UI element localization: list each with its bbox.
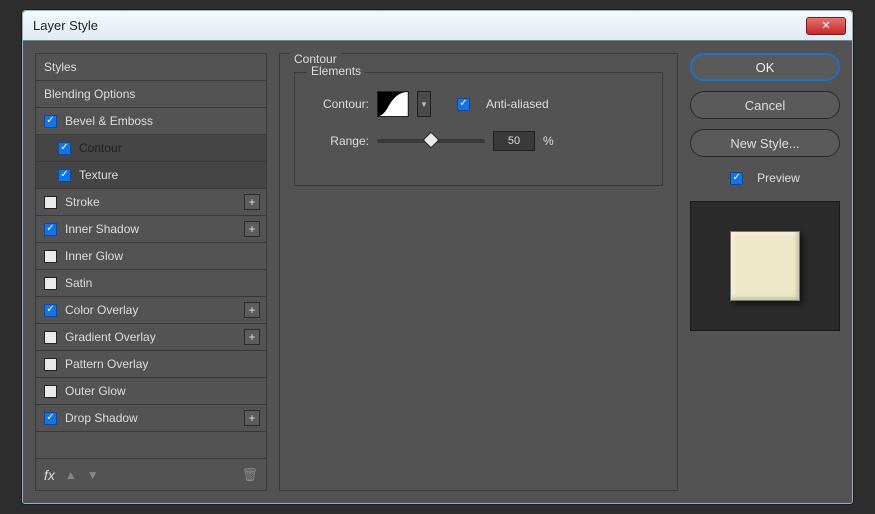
style-checkbox[interactable] (44, 277, 57, 290)
style-label: Inner Glow (65, 249, 123, 263)
style-row-inner-glow[interactable]: Inner Glow (36, 243, 266, 270)
style-row-outer-glow[interactable]: Outer Glow (36, 378, 266, 405)
styles-list: Styles Blending Options Bevel & Emboss Co… (36, 54, 266, 458)
antialiased-label: Anti-aliased (486, 97, 549, 111)
range-slider[interactable] (377, 139, 485, 143)
add-effect-icon[interactable]: + (244, 302, 260, 318)
style-row-inner-shadow[interactable]: Inner Shadow + (36, 216, 266, 243)
style-checkbox[interactable] (44, 331, 57, 344)
style-row-color-overlay[interactable]: Color Overlay + (36, 297, 266, 324)
range-input[interactable]: 50 (493, 131, 535, 151)
layer-style-dialog: Layer Style ✕ Styles Blending Options Be… (22, 10, 853, 504)
style-checkbox[interactable] (58, 142, 71, 155)
preview-checkbox[interactable] (730, 172, 743, 185)
move-down-icon[interactable]: ▼ (87, 468, 99, 482)
style-label: Contour (79, 141, 122, 155)
action-buttons: OK Cancel New Style... Preview (690, 53, 840, 491)
add-effect-icon[interactable]: + (244, 329, 260, 345)
style-checkbox[interactable] (44, 304, 57, 317)
trash-icon[interactable]: 🗑 (241, 467, 258, 483)
contour-curve-picker[interactable] (377, 91, 409, 117)
style-label: Pattern Overlay (65, 357, 148, 371)
add-effect-icon[interactable]: + (244, 221, 260, 237)
style-checkbox[interactable] (44, 115, 57, 128)
add-effect-icon[interactable]: + (244, 410, 260, 426)
style-row-pattern-overlay[interactable]: Pattern Overlay (36, 351, 266, 378)
style-checkbox[interactable] (44, 358, 57, 371)
style-row-stroke[interactable]: Stroke + (36, 189, 266, 216)
style-checkbox[interactable] (58, 169, 71, 182)
style-label: Stroke (65, 195, 100, 209)
dialog-content: Styles Blending Options Bevel & Emboss Co… (23, 41, 852, 503)
settings-panel: Contour Elements Contour: ▼ Anti-aliased… (279, 53, 678, 491)
add-effect-icon[interactable]: + (244, 194, 260, 210)
move-up-icon[interactable]: ▲ (65, 468, 77, 482)
style-row-drop-shadow[interactable]: Drop Shadow + (36, 405, 266, 432)
antialiased-checkbox[interactable] (457, 98, 470, 111)
style-label: Outer Glow (65, 384, 126, 398)
close-button[interactable]: ✕ (806, 17, 846, 35)
range-slider-thumb[interactable] (423, 132, 440, 149)
preview-label: Preview (757, 171, 800, 185)
style-label: Color Overlay (65, 303, 138, 317)
style-row-bevel-emboss[interactable]: Bevel & Emboss (36, 108, 266, 135)
styles-sidebar: Styles Blending Options Bevel & Emboss Co… (35, 53, 267, 491)
preview-box (690, 201, 840, 331)
contour-dropdown-icon[interactable]: ▼ (417, 91, 431, 117)
style-checkbox[interactable] (44, 385, 57, 398)
style-label: Satin (65, 276, 92, 290)
style-checkbox[interactable] (44, 250, 57, 263)
new-style-button[interactable]: New Style... (690, 129, 840, 157)
ok-button[interactable]: OK (690, 53, 840, 81)
sidebar-styles-header[interactable]: Styles (36, 54, 266, 81)
style-row-satin[interactable]: Satin (36, 270, 266, 297)
contour-label: Contour: (309, 97, 369, 111)
range-unit: % (543, 134, 554, 148)
fx-menu-icon[interactable]: fx (44, 467, 55, 483)
titlebar[interactable]: Layer Style ✕ (23, 11, 852, 41)
style-label: Texture (79, 168, 118, 182)
style-checkbox[interactable] (44, 412, 57, 425)
style-checkbox[interactable] (44, 196, 57, 209)
sidebar-footer: fx ▲ ▼ 🗑 (36, 458, 266, 490)
style-row-gradient-overlay[interactable]: Gradient Overlay + (36, 324, 266, 351)
elements-group: Elements Contour: ▼ Anti-aliased Range: (294, 72, 663, 186)
range-label: Range: (309, 134, 369, 148)
window-title: Layer Style (33, 18, 806, 33)
style-row-contour[interactable]: Contour (36, 135, 266, 162)
cancel-button[interactable]: Cancel (690, 91, 840, 119)
style-row-texture[interactable]: Texture (36, 162, 266, 189)
style-label: Drop Shadow (65, 411, 138, 425)
elements-label: Elements (307, 64, 365, 78)
style-label: Gradient Overlay (65, 330, 156, 344)
style-checkbox[interactable] (44, 223, 57, 236)
preview-toggle-row: Preview (690, 171, 840, 185)
style-label: Inner Shadow (65, 222, 139, 236)
preview-swatch (730, 231, 800, 301)
style-label: Bevel & Emboss (65, 114, 153, 128)
sidebar-blending-options[interactable]: Blending Options (36, 81, 266, 108)
